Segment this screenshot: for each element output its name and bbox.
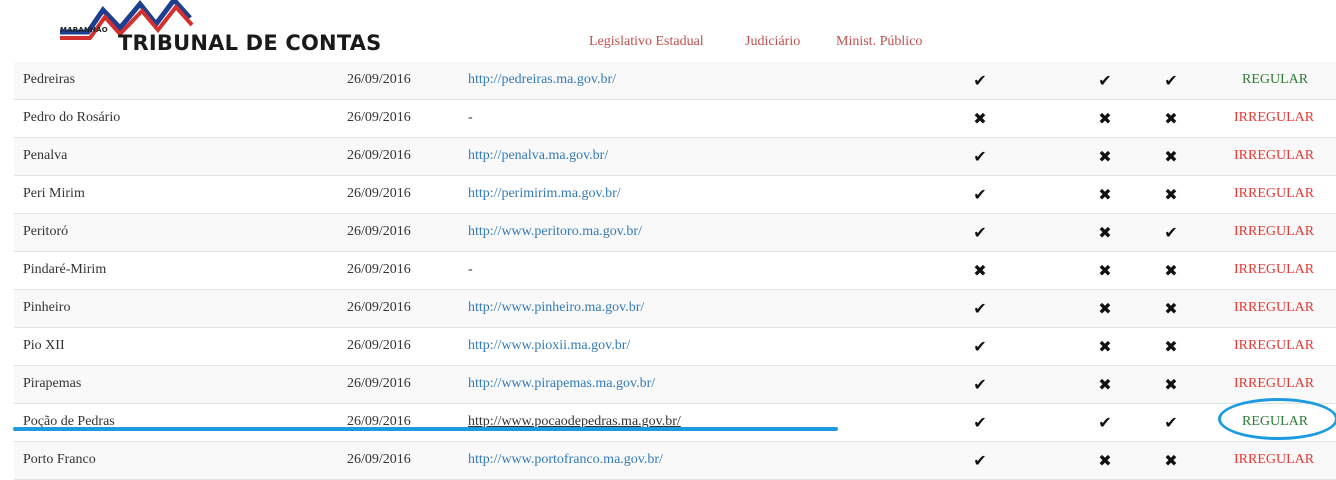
status-label: IRREGULAR (1234, 110, 1315, 125)
portal-url-link[interactable]: http://www.pirapemas.ma.gov.br/ (468, 376, 655, 392)
table-row: Pio XII 26/09/2016 http://www.pioxii.ma.go… (14, 328, 1336, 366)
portal-url-link: - (468, 262, 473, 277)
logo-state-label: MARANHÃO (60, 26, 108, 34)
check-icon: ✔ (1098, 71, 1112, 90)
update-date: 26/09/2016 (347, 376, 411, 391)
logo-title: TRIBUNAL DE CONTAS (118, 31, 382, 55)
site-header: MARANHÃO TRIBUNAL DE CONTAS Legislativo … (0, 0, 1336, 62)
table-row: Pedreiras 26/09/2016 http://pedreiras.ma.g… (14, 62, 1336, 100)
cross-icon: ✖ (1098, 223, 1112, 242)
portal-url-link: - (468, 110, 473, 125)
municipality-name: Porto Franco (23, 452, 96, 467)
update-date: 26/09/2016 (347, 262, 411, 277)
status-label: REGULAR (1242, 72, 1309, 87)
municipality-name: Pindaré-Mirim (23, 262, 107, 277)
status-label: IRREGULAR (1234, 376, 1315, 391)
cross-icon: ✖ (1098, 375, 1112, 394)
status-label: IRREGULAR (1234, 148, 1315, 163)
table-row: Pinheiro 26/09/2016 http://www.pinheiro.ma… (14, 290, 1336, 328)
check-icon: ✔ (973, 413, 987, 432)
update-date: 26/09/2016 (347, 110, 411, 125)
nav-link-ministerio-publico[interactable]: Minist. Público (836, 34, 922, 50)
table-row: Peritoró 26/09/2016 http://www.peritoro.ma… (14, 214, 1336, 252)
cross-icon: ✖ (1164, 451, 1178, 470)
cross-icon: ✖ (1164, 185, 1178, 204)
municipality-name: Pinheiro (23, 300, 71, 315)
cross-icon: ✖ (1164, 147, 1178, 166)
municipality-name: Peri Mirim (23, 186, 85, 201)
cross-icon: ✖ (1164, 375, 1178, 394)
update-date: 26/09/2016 (347, 224, 411, 239)
portal-url-link[interactable]: http://www.pioxii.ma.gov.br/ (468, 338, 630, 354)
check-icon: ✔ (1098, 413, 1112, 432)
municipality-name: Pedreiras (23, 72, 76, 87)
cross-icon: ✖ (1098, 185, 1112, 204)
nav-link-legislativo[interactable]: Legislativo Estadual (589, 34, 704, 50)
update-date: 26/09/2016 (347, 186, 411, 201)
check-icon: ✔ (973, 299, 987, 318)
cross-icon: ✖ (1164, 299, 1178, 318)
check-icon: ✔ (973, 71, 987, 90)
update-date: 26/09/2016 (347, 148, 411, 163)
table-row: Porto Franco 26/09/2016 http://www.portofr… (14, 442, 1336, 480)
cross-icon: ✖ (1164, 337, 1178, 356)
municipality-name: Penalva (23, 148, 68, 163)
table-row: Poção de Pedras 26/09/2016 http://www.poca… (14, 404, 1336, 442)
table-row: Pedro do Rosário 26/09/2016 - ✖ ✖ ✖ IRREGULAR (14, 100, 1336, 138)
status-label: IRREGULAR (1234, 262, 1315, 277)
portal-url-link[interactable]: http://www.portofranco.ma.gov.br/ (468, 452, 663, 468)
annotation-circle (1218, 398, 1336, 440)
status-label: IRREGULAR (1234, 186, 1315, 201)
municipality-name: Pedro do Rosário (23, 110, 121, 125)
cross-icon: ✖ (1098, 299, 1112, 318)
check-icon: ✔ (973, 337, 987, 356)
update-date: 26/09/2016 (347, 338, 411, 353)
portal-url-link[interactable]: http://perimirim.ma.gov.br/ (468, 186, 621, 202)
cross-icon: ✖ (1098, 109, 1112, 128)
annotation-underline (13, 427, 838, 431)
municipality-name: Peritoró (23, 224, 69, 239)
nav-link-judiciario[interactable]: Judiciário (745, 34, 800, 50)
municipality-name: Pio XII (23, 338, 65, 353)
table-row: Pirapemas 26/09/2016 http://www.pirapemas.… (14, 366, 1336, 404)
check-icon: ✔ (1164, 413, 1178, 432)
table-row: Peri Mirim 26/09/2016 http://perimirim.ma.… (14, 176, 1336, 214)
tce-logo[interactable]: MARANHÃO TRIBUNAL DE CONTAS (58, 0, 381, 58)
check-icon: ✔ (973, 375, 987, 394)
update-date: 26/09/2016 (347, 72, 411, 87)
status-label: IRREGULAR (1234, 224, 1315, 239)
municipality-name: Pirapemas (23, 376, 82, 391)
status-label: IRREGULAR (1234, 452, 1315, 467)
cross-icon: ✖ (973, 109, 987, 128)
check-icon: ✔ (973, 451, 987, 470)
cross-icon: ✖ (1164, 109, 1178, 128)
check-icon: ✔ (1164, 71, 1178, 90)
check-icon: ✔ (973, 147, 987, 166)
municipality-table: Pedreiras 26/09/2016 http://pedreiras.ma.g… (14, 62, 1336, 480)
update-date: 26/09/2016 (347, 452, 411, 467)
cross-icon: ✖ (973, 261, 987, 280)
check-icon: ✔ (973, 223, 987, 242)
cross-icon: ✖ (1098, 337, 1112, 356)
update-date: 26/09/2016 (347, 300, 411, 315)
check-icon: ✔ (973, 185, 987, 204)
portal-url-link[interactable]: http://penalva.ma.gov.br/ (468, 148, 608, 164)
cross-icon: ✖ (1098, 261, 1112, 280)
portal-url-link[interactable]: http://pedreiras.ma.gov.br/ (468, 72, 616, 88)
check-icon: ✔ (1164, 223, 1178, 242)
portal-url-link[interactable]: http://www.pinheiro.ma.gov.br/ (468, 300, 644, 316)
cross-icon: ✖ (1098, 451, 1112, 470)
cross-icon: ✖ (1098, 147, 1112, 166)
table-row: Pindaré-Mirim 26/09/2016 - ✖ ✖ ✖ IRREGULAR (14, 252, 1336, 290)
status-label: IRREGULAR (1234, 338, 1315, 353)
cross-icon: ✖ (1164, 261, 1178, 280)
table-row: Penalva 26/09/2016 http://penalva.ma.gov.b… (14, 138, 1336, 176)
portal-url-link[interactable]: http://www.peritoro.ma.gov.br/ (468, 224, 642, 240)
status-label: IRREGULAR (1234, 300, 1315, 315)
